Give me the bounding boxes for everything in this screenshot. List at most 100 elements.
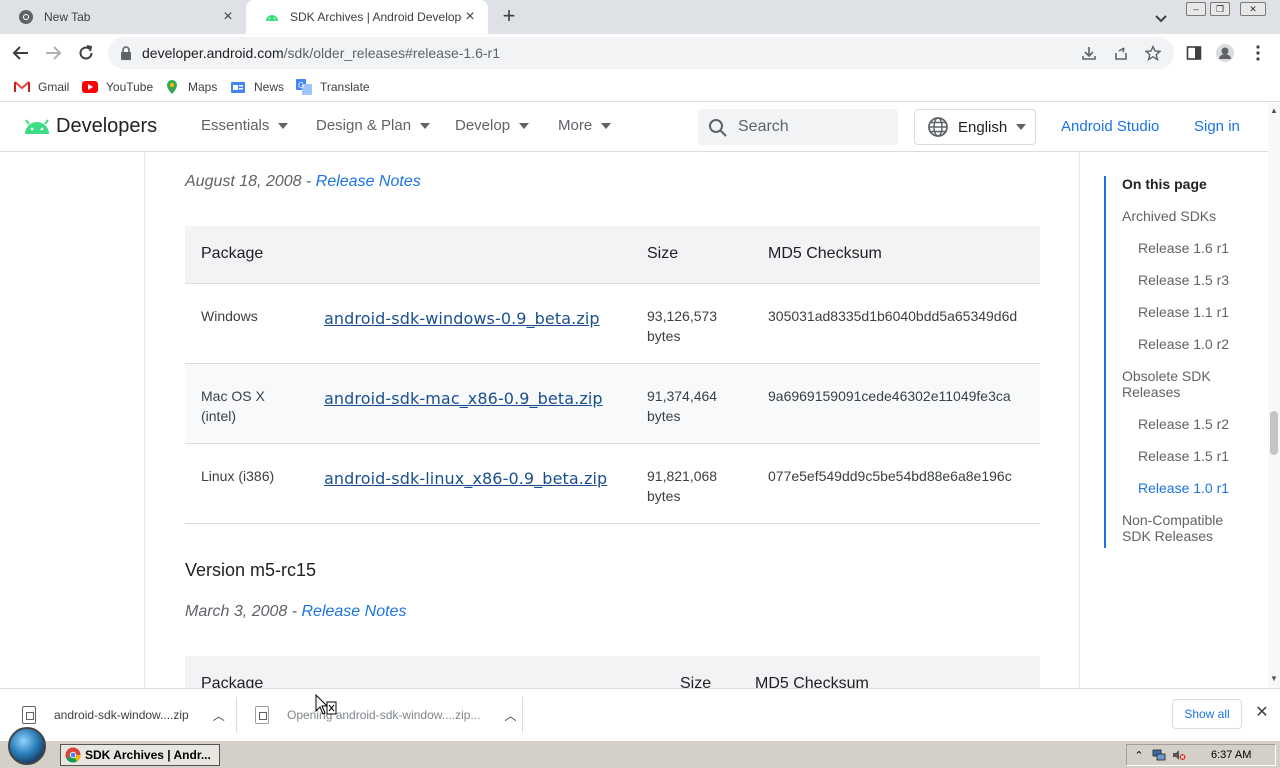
tab-sdk-archives[interactable]: SDK Archives | Android Developers ×	[246, 0, 488, 34]
caret-down-icon	[420, 122, 431, 129]
forward-arrow-icon[interactable]	[42, 42, 64, 64]
table-header-row: Package Size MD5 Checksum	[185, 226, 1040, 284]
maps-icon	[164, 79, 180, 95]
release-notes-link[interactable]: Release Notes	[316, 173, 421, 190]
platform-cell: Linux (i386)	[201, 468, 275, 484]
toc-item[interactable]: Non-Compatible SDK Releases	[1122, 512, 1242, 544]
download-link-mac[interactable]: android-sdk-mac_x86-0.9_beta.zip	[324, 389, 603, 408]
md5-cell: 9a6969159091cede46302e11049fe3ca	[768, 388, 1011, 404]
download-item[interactable]: Opening android-sdk-window....zip... ︿	[255, 699, 518, 731]
close-icon[interactable]: ×	[462, 9, 478, 25]
back-arrow-icon[interactable]	[10, 42, 32, 64]
profile-avatar-icon[interactable]	[1215, 43, 1235, 63]
bookmark-star-icon[interactable]	[1144, 44, 1162, 62]
network-icon[interactable]	[1151, 747, 1167, 763]
table-row: Windows android-sdk-windows-0.9_beta.zip…	[185, 284, 1040, 364]
size-number: 91,374,464	[647, 388, 718, 404]
nav-essentials[interactable]: Essentials	[201, 117, 289, 134]
download-link-linux[interactable]: android-sdk-linux_x86-0.9_beta.zip	[324, 469, 607, 488]
caret-down-icon	[519, 122, 530, 129]
release-notes-link[interactable]: Release Notes	[302, 603, 407, 620]
toc-item[interactable]: Release 1.5 r2	[1138, 416, 1229, 432]
scroll-up-icon[interactable]: ▲	[1270, 107, 1278, 115]
toc-item[interactable]: Release 1.0 r2	[1138, 336, 1229, 352]
close-icon[interactable]: ×	[220, 9, 236, 25]
reload-icon[interactable]	[75, 42, 97, 64]
sign-in-link[interactable]: Sign in	[1194, 118, 1240, 135]
size-number: 91,821,068	[647, 468, 718, 484]
tab-new-tab[interactable]: New Tab ×	[0, 0, 246, 34]
url-host: developer.android.com	[142, 45, 284, 61]
chevron-up-icon[interactable]: ︿	[213, 707, 227, 724]
address-bar[interactable]: developer.android.com/sdk/older_releases…	[108, 37, 1174, 69]
download-link-windows[interactable]: android-sdk-windows-0.9_beta.zip	[324, 309, 600, 328]
header-package: Package	[201, 245, 264, 262]
download-shelf: android-sdk-window....zip ︿ Opening andr…	[0, 688, 1280, 740]
search-input[interactable]	[738, 116, 888, 138]
toc-item-active[interactable]: Release 1.0 r1	[1138, 480, 1229, 496]
bookmark-maps[interactable]: Maps	[164, 77, 217, 97]
tray-expand-icon[interactable]: ⌃	[1131, 747, 1147, 763]
nav-label: Essentials	[201, 117, 270, 134]
side-panel-icon[interactable]	[1184, 43, 1204, 63]
nav-design-plan[interactable]: Design & Plan	[316, 117, 431, 134]
main-content: August 18, 2008 - Release Notes Package …	[144, 152, 1080, 688]
start-button[interactable]	[8, 727, 46, 765]
tab-title: New Tab	[44, 10, 91, 24]
nav-label: More	[558, 117, 593, 134]
header-md5: MD5 Checksum	[755, 675, 869, 688]
android-studio-link[interactable]: Android Studio	[1061, 118, 1159, 135]
md5-cell: 305031ad8335d1b6040bdd5a65349d6d	[768, 308, 1018, 324]
bookmark-gmail[interactable]: Gmail	[14, 77, 69, 97]
close-icon[interactable]: ✕	[1254, 705, 1270, 721]
scroll-down-icon[interactable]: ▼	[1270, 675, 1278, 683]
bookmark-youtube[interactable]: YouTube	[82, 77, 153, 97]
kebab-menu-icon[interactable]	[1248, 43, 1268, 63]
window-close-icon[interactable]: ✕	[1240, 2, 1266, 16]
taskbar-window-button[interactable]: SDK Archives | Andr...	[60, 744, 220, 766]
language-selector[interactable]: English	[914, 109, 1036, 145]
bookmark-label: Gmail	[38, 80, 70, 94]
header-package: Package	[201, 675, 264, 688]
toc-item[interactable]: Release 1.6 r1	[1138, 240, 1229, 256]
mouse-cursor-icon	[314, 693, 338, 721]
restore-icon[interactable]: ❐	[1210, 2, 1230, 16]
bookmark-translate[interactable]: G Translate	[296, 77, 370, 97]
chrome-icon	[65, 747, 81, 763]
new-tab-button[interactable]: +	[498, 5, 520, 28]
volume-muted-icon[interactable]	[1171, 747, 1187, 763]
chevron-up-icon[interactable]: ︿	[504, 707, 518, 724]
nav-develop[interactable]: Develop	[455, 117, 530, 134]
bookmark-label: YouTube	[106, 80, 154, 94]
caret-down-icon	[1016, 124, 1027, 130]
version-heading: Version m5-rc15	[185, 560, 317, 580]
minimize-icon[interactable]: –	[1186, 2, 1206, 16]
site-search[interactable]	[698, 109, 898, 145]
toc-item[interactable]: Release 1.5 r1	[1138, 448, 1229, 464]
bookmark-label: Maps	[188, 80, 218, 94]
toc-item[interactable]: Archived SDKs	[1122, 208, 1216, 224]
download-item[interactable]: android-sdk-window....zip ︿	[22, 699, 227, 731]
logo-text: Developers	[56, 115, 158, 137]
bookmark-news[interactable]: News	[230, 77, 284, 97]
share-icon[interactable]	[1112, 44, 1130, 62]
toc-item[interactable]: Obsolete SDK Releases	[1122, 368, 1232, 400]
platform-cell: Mac OS X (intel)	[201, 388, 265, 424]
developers-logo[interactable]: Developers	[24, 115, 157, 138]
size-unit: bytes	[647, 328, 681, 344]
lock-icon	[120, 46, 132, 65]
android-logo-icon	[25, 118, 49, 134]
header-md5: MD5 Checksum	[768, 245, 882, 262]
scroll-thumb[interactable]	[1270, 411, 1278, 455]
toc-item[interactable]: Release 1.1 r1	[1138, 304, 1229, 320]
nav-more[interactable]: More	[558, 117, 612, 134]
nav-label: Develop	[455, 117, 511, 134]
install-icon[interactable]	[1080, 44, 1098, 62]
on-this-page-toc: On this page Archived SDKs Release 1.6 r…	[1104, 176, 1264, 548]
md5-cell: 077e5ef549dd9c5be54bd88e6a8e196c	[768, 468, 1012, 484]
divider	[236, 697, 237, 733]
chevron-down-icon[interactable]	[1152, 9, 1170, 27]
show-all-button[interactable]: Show all	[1172, 699, 1242, 729]
toc-item[interactable]: Release 1.5 r3	[1138, 272, 1229, 288]
page-scrollbar[interactable]: ▲ ▼	[1268, 103, 1280, 688]
